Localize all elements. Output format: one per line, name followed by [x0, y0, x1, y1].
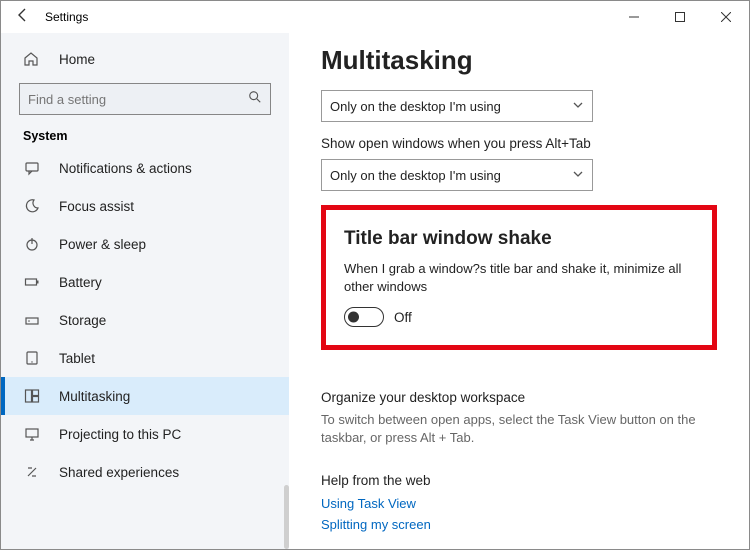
sidebar-nav: Notifications & actions Focus assist Pow…	[1, 149, 289, 549]
search-box[interactable]	[19, 83, 271, 115]
storage-icon	[23, 312, 41, 328]
multitasking-icon	[23, 388, 41, 404]
desktop-dropdown-1[interactable]: Only on the desktop I'm using	[321, 90, 593, 122]
sidebar-item-battery[interactable]: Battery	[1, 263, 289, 301]
sidebar-item-label: Shared experiences	[59, 465, 179, 480]
window-title: Settings	[45, 10, 88, 24]
sidebar: Home System Notifications & actions Focu…	[1, 33, 289, 549]
dropdown-value: Only on the desktop I'm using	[330, 168, 501, 183]
sidebar-home[interactable]: Home	[1, 41, 289, 77]
chevron-down-icon	[572, 168, 584, 183]
main-content: Multitasking Only on the desktop I'm usi…	[289, 33, 749, 549]
shared-icon	[23, 464, 41, 480]
sidebar-item-label: Multitasking	[59, 389, 130, 404]
window-body: Home System Notifications & actions Focu…	[1, 33, 749, 549]
sidebar-item-label: Storage	[59, 313, 106, 328]
sidebar-item-tablet[interactable]: Tablet	[1, 339, 289, 377]
shake-toggle-state: Off	[394, 310, 412, 325]
sidebar-item-storage[interactable]: Storage	[1, 301, 289, 339]
sidebar-item-label: Focus assist	[59, 199, 134, 214]
alt-tab-dropdown[interactable]: Only on the desktop I'm using	[321, 159, 593, 191]
help-heading: Help from the web	[321, 473, 717, 488]
tablet-icon	[23, 350, 41, 366]
message-icon	[23, 160, 41, 176]
close-button[interactable]	[703, 1, 749, 33]
home-icon	[23, 51, 41, 67]
sidebar-category-title: System	[1, 129, 289, 149]
sidebar-item-label: Notifications & actions	[59, 161, 192, 176]
shake-toggle[interactable]	[344, 307, 384, 327]
maximize-button[interactable]	[657, 1, 703, 33]
titlebar: Settings	[1, 1, 749, 33]
shake-description: When I grab a window?s title bar and sha…	[344, 260, 694, 295]
sidebar-item-label: Power & sleep	[59, 237, 146, 252]
title-bar-shake-section: Title bar window shake When I grab a win…	[321, 205, 717, 350]
sidebar-item-multitasking[interactable]: Multitasking	[1, 377, 289, 415]
search-input[interactable]	[28, 92, 248, 107]
sidebar-item-shared-experiences[interactable]: Shared experiences	[1, 453, 289, 491]
workspace-body: To switch between open apps, select the …	[321, 411, 717, 447]
minimize-button[interactable]	[611, 1, 657, 33]
settings-window: Settings Home System Notifications & act…	[0, 0, 750, 550]
sidebar-home-label: Home	[59, 52, 95, 67]
alt-tab-label: Show open windows when you press Alt+Tab	[321, 136, 717, 151]
help-link-splitting[interactable]: Splitting my screen	[321, 517, 717, 532]
sidebar-item-power-sleep[interactable]: Power & sleep	[1, 225, 289, 263]
page-title: Multitasking	[321, 45, 717, 76]
sidebar-item-notifications[interactable]: Notifications & actions	[1, 149, 289, 187]
shake-toggle-row: Off	[344, 307, 694, 327]
sidebar-item-label: Tablet	[59, 351, 95, 366]
back-button[interactable]	[1, 7, 45, 28]
sidebar-item-projecting[interactable]: Projecting to this PC	[1, 415, 289, 453]
battery-icon	[23, 274, 41, 290]
sidebar-item-label: Projecting to this PC	[59, 427, 181, 442]
search-icon	[248, 90, 262, 109]
chevron-down-icon	[572, 99, 584, 114]
dropdown-value: Only on the desktop I'm using	[330, 99, 501, 114]
projecting-icon	[23, 426, 41, 442]
help-link-task-view[interactable]: Using Task View	[321, 496, 717, 511]
sidebar-item-label: Battery	[59, 275, 102, 290]
sidebar-scrollbar[interactable]	[284, 485, 289, 549]
moon-icon	[23, 198, 41, 214]
shake-heading: Title bar window shake	[344, 228, 694, 250]
power-icon	[23, 236, 41, 252]
workspace-heading: Organize your desktop workspace	[321, 390, 717, 405]
sidebar-item-focus-assist[interactable]: Focus assist	[1, 187, 289, 225]
